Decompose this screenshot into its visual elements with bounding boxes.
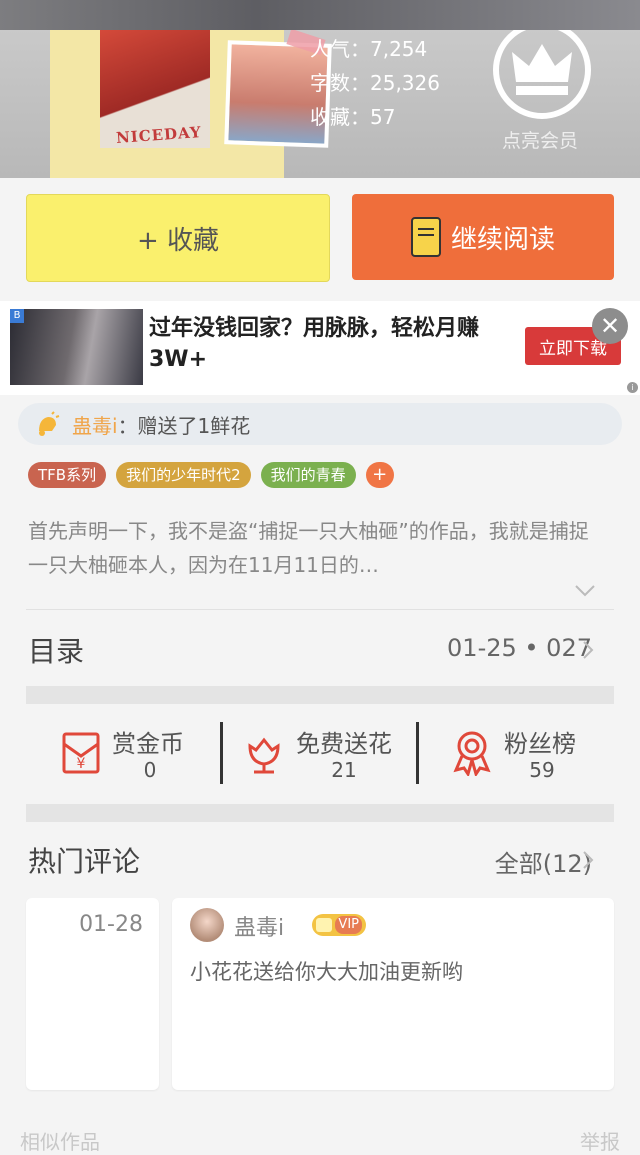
comment-text: 小花花送给你大大加油更新哟 — [190, 960, 463, 984]
comment-username[interactable]: 蛊毒i — [234, 910, 284, 942]
book-header: NICEDAY 人气：7,254 字数：25,326 收藏：57 点亮会员 — [0, 30, 640, 178]
ad-image[interactable] — [10, 309, 143, 385]
flower-notice[interactable]: 蛊毒i ：赠送了1鲜花 — [18, 403, 622, 445]
crown-icon[interactable] — [492, 30, 592, 120]
ad-info-icon[interactable]: i — [627, 382, 638, 393]
tag-item[interactable]: 我们的少年时代2 — [116, 462, 251, 488]
continue-reading-label: 继续阅读 — [450, 224, 555, 255]
red-envelope-icon: ¥ — [62, 732, 100, 774]
flower-message: ：赠送了1鲜花 — [117, 413, 251, 438]
tag-item[interactable]: TFB系列 — [28, 462, 107, 488]
comment-date: 01-28 — [79, 912, 143, 937]
svg-text:¥: ¥ — [77, 756, 86, 772]
reward-coins-label: 赏金币 — [112, 730, 184, 758]
book-stats: 人气：7,254 字数：25,326 收藏：57 — [310, 32, 440, 134]
stat-popularity: 人气：7,254 — [310, 37, 428, 61]
ad-banner[interactable]: B 过年没钱回家？用脉脉，轻松月赚3W+ 立即下载 ✕ — [0, 301, 640, 395]
book-description[interactable]: 首先声明一下，我不是盗“捕捉一只大柚砸”的作品，我就是捕捉一只大柚砸本人，因为在… — [28, 514, 608, 582]
tag-item[interactable]: 我们的青春 — [260, 462, 356, 488]
fan-ranking-label: 粉丝榜 — [504, 730, 576, 758]
bell-icon — [39, 411, 60, 436]
add-tag-button[interactable]: + — [365, 462, 394, 488]
ad-text[interactable]: 过年没钱回家？用脉脉，轻松月赚3W+ — [149, 313, 509, 375]
reward-coins-value: 0 — [143, 758, 157, 782]
stat-word-count: 字数：25,326 — [310, 71, 440, 95]
section-separator — [26, 804, 614, 822]
free-flowers-value: 21 — [331, 758, 357, 782]
counter-divider — [416, 722, 419, 784]
hot-comments-title: 热门评论 — [28, 845, 141, 878]
catalog-title[interactable]: 目录 — [28, 630, 84, 670]
comment-card[interactable]: 蛊毒i VIP 小花花送给你大大加油更新哟 — [172, 898, 614, 1090]
avatar[interactable] — [190, 908, 224, 942]
medal-icon — [453, 731, 491, 776]
chevron-right-icon[interactable] — [582, 850, 594, 870]
chevron-down-icon[interactable] — [574, 584, 596, 598]
comment-card-previous[interactable]: 01-28 — [26, 898, 159, 1090]
chevron-right-icon[interactable] — [582, 640, 594, 660]
member-label[interactable]: 点亮会员 — [502, 126, 578, 153]
flower-sender[interactable]: 蛊毒i — [72, 410, 118, 439]
report-link[interactable]: 举报 — [580, 1126, 620, 1155]
crown-icon — [316, 918, 332, 932]
book-cover[interactable]: NICEDAY — [50, 30, 332, 178]
favorite-button[interactable]: + 收藏 — [26, 194, 330, 282]
ad-brand-icon: B — [10, 309, 24, 323]
all-comments-link[interactable]: 全部(12) — [495, 844, 592, 879]
book-icon — [410, 217, 441, 257]
similar-works-title: 相似作品 — [20, 1130, 100, 1154]
counter-divider — [220, 722, 223, 784]
divider — [26, 609, 614, 610]
tag-list: TFB系列 我们的少年时代2 我们的青春 + — [28, 462, 394, 488]
fan-ranking-value: 59 — [529, 758, 555, 782]
close-icon[interactable]: ✕ — [592, 308, 628, 344]
vip-badge-label: VIP — [335, 916, 362, 934]
free-flowers-label: 免费送花 — [296, 730, 392, 758]
section-separator — [26, 686, 614, 704]
stat-favorites: 收藏：57 — [310, 105, 396, 129]
continue-reading-button[interactable]: 继续阅读 — [352, 194, 614, 280]
catalog-latest[interactable]: 01-25 • 027 — [447, 634, 592, 662]
flower-icon — [248, 737, 280, 774]
status-bar — [0, 0, 640, 30]
vip-badge: VIP — [312, 914, 366, 936]
